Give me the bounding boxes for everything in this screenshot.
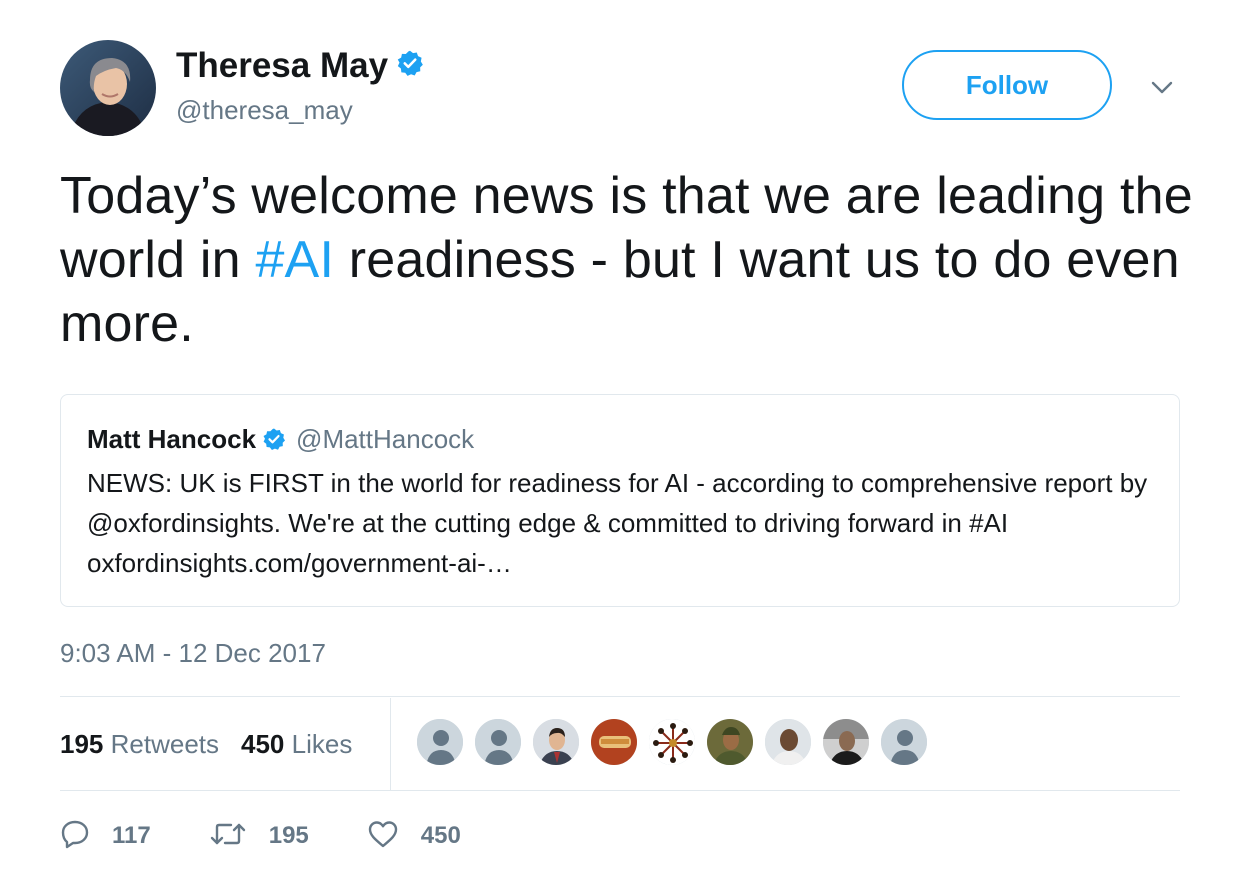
hashtag-link[interactable]: #AI xyxy=(255,231,334,289)
follow-button[interactable]: Follow xyxy=(902,50,1112,120)
liker-avatar[interactable] xyxy=(648,718,696,766)
like-button[interactable]: 450 xyxy=(367,819,461,854)
author-avatar[interactable] xyxy=(60,40,156,136)
tweet-actions: 117 195 450 xyxy=(60,814,519,858)
verified-badge-icon xyxy=(396,44,424,88)
liker-avatar[interactable] xyxy=(416,718,464,766)
retweets-stat[interactable]: 195 Retweets xyxy=(60,729,219,760)
divider xyxy=(60,696,1180,697)
retweet-button[interactable]: 195 xyxy=(209,819,309,854)
retweet-icon xyxy=(209,819,247,854)
likes-stat-label: Likes xyxy=(291,728,353,759)
liker-avatar[interactable] xyxy=(590,718,638,766)
author-name-row[interactable]: Theresa May xyxy=(176,44,424,88)
liker-avatar[interactable] xyxy=(532,718,580,766)
author-handle[interactable]: @theresa_may xyxy=(176,94,353,126)
quoted-tweet[interactable]: Matt Hancock @MattHancock NEWS: UK is FI… xyxy=(60,394,1180,607)
retweet-count: 195 xyxy=(268,822,309,849)
likers-avatars xyxy=(416,718,938,766)
liker-avatar[interactable] xyxy=(474,718,522,766)
verified-badge-icon xyxy=(262,427,286,451)
liker-avatar[interactable] xyxy=(822,718,870,766)
liker-avatar[interactable] xyxy=(764,718,812,766)
stats-separator xyxy=(390,698,391,790)
quoted-author-name[interactable]: Matt Hancock xyxy=(87,424,256,455)
liker-avatar[interactable] xyxy=(880,718,928,766)
liker-avatar[interactable] xyxy=(706,718,754,766)
divider xyxy=(60,790,1180,791)
quoted-tweet-header: Matt Hancock @MattHancock xyxy=(87,421,1155,457)
reply-button[interactable]: 117 xyxy=(60,819,151,854)
chevron-down-icon[interactable] xyxy=(1148,74,1176,102)
reply-count: 117 xyxy=(112,822,151,849)
tweet-text: Today’s welcome news is that we are lead… xyxy=(60,164,1200,356)
like-count: 450 xyxy=(420,822,461,849)
author-name[interactable]: Theresa May xyxy=(176,44,388,88)
likes-stat-count: 450 xyxy=(241,728,285,759)
likes-stat[interactable]: 450 Likes xyxy=(241,729,352,760)
tweet-stats: 195 Retweets 450 Likes xyxy=(60,698,1180,790)
reply-icon xyxy=(60,819,90,854)
retweets-stat-label: Retweets xyxy=(110,728,220,759)
quoted-author-handle[interactable]: @MattHancock xyxy=(296,424,474,455)
tweet-timestamp[interactable]: 9:03 AM - 12 Dec 2017 xyxy=(60,636,326,670)
quoted-tweet-text: NEWS: UK is FIRST in the world for readi… xyxy=(87,468,1148,578)
retweets-stat-count: 195 xyxy=(60,728,104,759)
heart-icon xyxy=(367,819,399,854)
